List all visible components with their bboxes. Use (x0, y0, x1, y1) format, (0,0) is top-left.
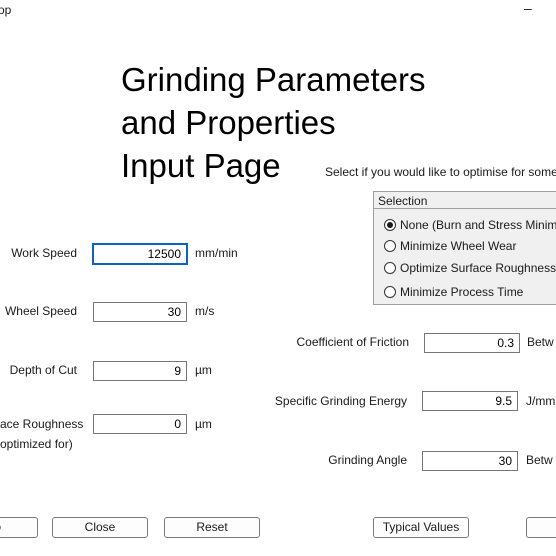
wheel-speed-label: Wheel Speed (4, 304, 77, 318)
depth-of-cut-input[interactable] (93, 361, 187, 381)
close-button[interactable]: Close (52, 517, 148, 538)
radio-icon[interactable] (384, 286, 396, 298)
surface-roughness-input[interactable] (93, 414, 187, 434)
radio-icon[interactable] (384, 262, 396, 274)
partial-left-button[interactable]: o (0, 517, 38, 538)
grinding-angle-input[interactable] (422, 451, 518, 471)
surface-roughness-sublabel: optimized for) (0, 437, 73, 451)
work-speed-label: Work Speed (11, 246, 77, 260)
option-minimize-process-time-label: Minimize Process Time (400, 285, 524, 299)
selection-panel: Selection None (Burn and Stress Minimi M… (373, 191, 556, 305)
page-title-line-1: Grinding Parameters (121, 61, 426, 98)
surface-roughness-label: ace Roughness (0, 417, 84, 431)
coefficient-of-friction-input[interactable] (424, 333, 520, 353)
coefficient-of-friction-label: Coefficient of Friction (296, 335, 410, 349)
coefficient-of-friction-unit: Betw (527, 335, 554, 349)
specific-grinding-energy-input[interactable] (422, 391, 518, 411)
typical-values-button[interactable]: Typical Values (373, 517, 469, 538)
option-optimize-surface-roughness[interactable]: Optimize Surface Roughness (384, 261, 556, 275)
surface-roughness-unit: µm (195, 417, 212, 431)
reset-button[interactable]: Reset (164, 517, 260, 538)
wheel-speed-unit: m/s (195, 304, 215, 318)
option-minimize-process-time[interactable]: Minimize Process Time (384, 285, 523, 299)
specific-grinding-energy-label: Specific Grinding Energy (274, 394, 407, 408)
option-optimize-surface-roughness-label: Optimize Surface Roughness (400, 261, 556, 275)
window-title: op (0, 3, 12, 17)
partial-right-button[interactable] (526, 517, 556, 538)
page-title-line-2: and Properties (121, 104, 336, 141)
wheel-speed-input[interactable] (93, 302, 187, 322)
depth-of-cut-label: Depth of Cut (9, 363, 77, 377)
radio-selected-icon[interactable] (384, 219, 396, 231)
grinding-angle-unit: Betw (526, 453, 553, 467)
selection-panel-title: Selection (374, 192, 556, 209)
option-minimize-wheel-wear-label: Minimize Wheel Wear (400, 239, 517, 253)
minimize-icon[interactable]: – (524, 0, 538, 16)
radio-icon[interactable] (384, 240, 396, 252)
depth-of-cut-unit: µm (195, 363, 212, 377)
option-none[interactable]: None (Burn and Stress Minimi (384, 218, 556, 232)
work-speed-unit: mm/min (195, 246, 238, 260)
work-speed-input[interactable] (93, 244, 187, 264)
option-none-label: None (Burn and Stress Minimi (400, 218, 556, 232)
optimise-prompt: Select if you would like to optimise for… (325, 165, 556, 179)
grinding-angle-label: Grinding Angle (328, 453, 407, 467)
specific-grinding-energy-unit: J/mm (526, 394, 556, 408)
option-minimize-wheel-wear[interactable]: Minimize Wheel Wear (384, 239, 516, 253)
